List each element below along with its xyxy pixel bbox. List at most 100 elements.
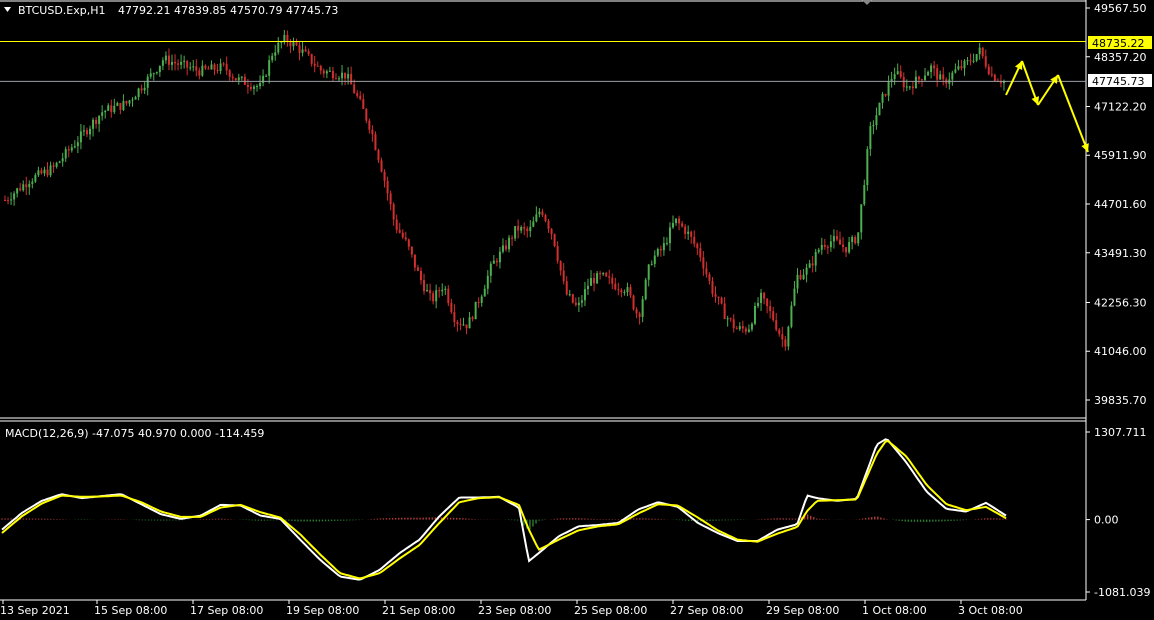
candle-body bbox=[602, 272, 605, 275]
candle-body bbox=[462, 324, 465, 326]
candle-body bbox=[441, 289, 444, 292]
candle-body bbox=[562, 270, 565, 282]
candle-body bbox=[702, 257, 705, 269]
candle-body bbox=[444, 288, 447, 290]
candle-body bbox=[198, 70, 201, 76]
candle-body bbox=[152, 73, 155, 75]
candle-body bbox=[79, 131, 82, 143]
candle-body bbox=[37, 170, 40, 176]
candle-body bbox=[334, 78, 337, 80]
candle-body bbox=[377, 149, 380, 161]
candle-body bbox=[653, 255, 656, 264]
candle-body bbox=[280, 41, 283, 43]
y-tick-label: 41046.00 bbox=[1094, 345, 1147, 358]
candle-body bbox=[732, 319, 735, 329]
candle-body bbox=[28, 183, 31, 188]
candle-body bbox=[647, 264, 650, 280]
candle-body bbox=[486, 275, 489, 289]
candle-body bbox=[696, 243, 699, 249]
candle-body bbox=[353, 84, 356, 94]
candle-body bbox=[626, 287, 629, 293]
candle-body bbox=[814, 251, 817, 266]
candle-body bbox=[577, 302, 580, 306]
candle-body bbox=[690, 231, 693, 237]
candle-body bbox=[851, 237, 854, 243]
y-tick-label: 45911.90 bbox=[1094, 149, 1147, 162]
candle-body bbox=[787, 326, 790, 347]
candle-body bbox=[49, 165, 52, 176]
symbol-label: BTCUSD.Exp,H1 bbox=[18, 4, 106, 17]
macd-tick-label: 0.00 bbox=[1094, 514, 1119, 527]
candle-body bbox=[672, 223, 674, 228]
candle-body bbox=[189, 67, 192, 69]
candle-body bbox=[231, 76, 234, 79]
candle-body bbox=[289, 42, 292, 47]
candle-body bbox=[167, 55, 170, 65]
candle-body bbox=[857, 232, 860, 244]
candle-body bbox=[477, 301, 480, 303]
candle-body bbox=[966, 60, 969, 62]
candle-body bbox=[535, 214, 538, 222]
candle-body bbox=[896, 71, 899, 75]
candle-body bbox=[908, 86, 911, 88]
candle-body bbox=[447, 288, 450, 304]
candle-body bbox=[67, 149, 70, 151]
candle-body bbox=[128, 100, 131, 104]
candle-body bbox=[720, 297, 723, 304]
candle-body bbox=[313, 63, 316, 66]
candle-body bbox=[726, 318, 729, 320]
y-tick-label: 44701.60 bbox=[1094, 198, 1147, 211]
y-tick-label: 42256.30 bbox=[1094, 296, 1147, 309]
candle-body bbox=[125, 101, 128, 104]
candle-body bbox=[389, 193, 392, 205]
x-tick-label: 23 Sep 08:00 bbox=[478, 604, 551, 617]
candle-body bbox=[43, 169, 46, 174]
candle-body bbox=[407, 239, 410, 247]
candle-body bbox=[174, 61, 177, 64]
candle-body bbox=[22, 184, 25, 191]
candle-body bbox=[435, 290, 438, 302]
candle-body bbox=[763, 292, 766, 299]
candle-body bbox=[960, 66, 963, 69]
candle-body bbox=[19, 188, 22, 191]
candle-body bbox=[246, 84, 249, 87]
candle-body bbox=[802, 274, 805, 280]
candle-body bbox=[104, 110, 107, 113]
candle-body bbox=[322, 70, 325, 74]
candle-body bbox=[492, 260, 495, 264]
candle-body bbox=[219, 63, 222, 72]
candle-body bbox=[848, 242, 851, 253]
candle-body bbox=[711, 280, 714, 294]
candle-body bbox=[70, 147, 73, 151]
candle-body bbox=[319, 65, 322, 71]
candle bbox=[474, 301, 477, 320]
candle-body bbox=[350, 73, 353, 85]
candle-body bbox=[547, 221, 550, 229]
trading-chart[interactable]: BTCUSD.Exp,H1 47792.21 47839.85 47570.79… bbox=[0, 0, 1154, 620]
candle-body bbox=[781, 334, 784, 340]
candle-body bbox=[234, 78, 237, 81]
y-tick-label: 43491.30 bbox=[1094, 247, 1147, 260]
candle-body bbox=[356, 93, 359, 96]
candle-body bbox=[228, 70, 231, 77]
candle-body bbox=[760, 292, 763, 304]
candle-body bbox=[699, 248, 702, 258]
candle-body bbox=[981, 47, 984, 57]
candle-body bbox=[605, 272, 608, 277]
x-tick-label: 1 Oct 08:00 bbox=[862, 604, 927, 617]
candle-body bbox=[325, 71, 328, 74]
candle-body bbox=[693, 236, 696, 244]
candle-body bbox=[586, 285, 589, 290]
candle-body bbox=[46, 169, 49, 176]
candle-body bbox=[404, 237, 407, 240]
candle-body bbox=[590, 278, 593, 286]
candle-body bbox=[823, 244, 826, 247]
candle-body bbox=[89, 128, 92, 135]
candle-body bbox=[52, 165, 55, 167]
candle-body bbox=[489, 263, 492, 276]
candle-body bbox=[553, 234, 556, 247]
candle-body bbox=[580, 300, 583, 303]
candle-body bbox=[286, 34, 289, 43]
candle-body bbox=[164, 55, 167, 61]
candle-body bbox=[523, 226, 526, 229]
